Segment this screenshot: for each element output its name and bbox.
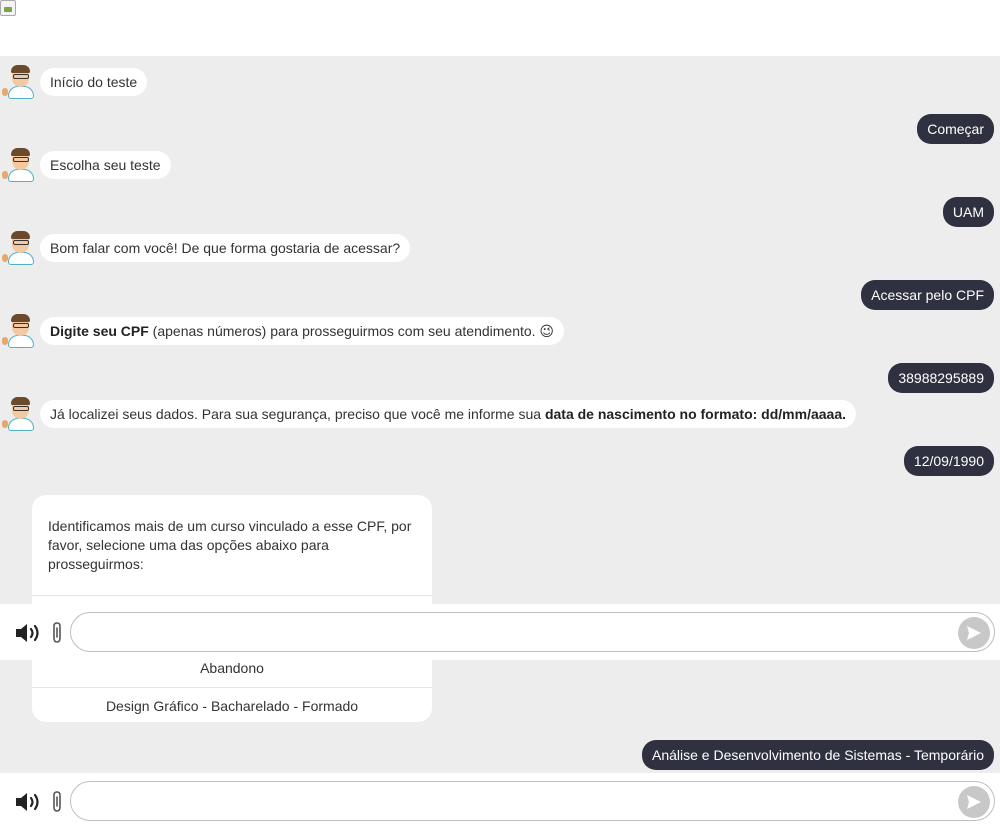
broken-image-icon [0,0,16,16]
user-message: Análise e Desenvolvimento de Sistemas - … [641,740,994,770]
message-text: Bom falar com você! De que forma gostari… [50,240,401,256]
send-icon [967,626,981,640]
bot-message: Início do teste [0,64,148,100]
bot-avatar [2,313,38,349]
message-text: Já localizei seus dados. Para sua segura… [50,406,545,422]
bot-bubble: Escolha seu teste [40,151,171,179]
message-input[interactable] [70,612,995,652]
user-message: 12/09/1990 [903,446,994,476]
message-text: Escolha seu teste [50,157,161,173]
speaker-icon[interactable] [14,622,44,644]
bot-message: Bom falar com você! De que forma gostari… [0,230,411,266]
message-text: Início do teste [50,74,138,90]
input-bar [0,604,1000,660]
user-message: Começar [917,114,994,144]
divider [32,595,432,596]
bot-avatar [2,147,38,183]
input-bar [0,773,1000,829]
page-header [0,0,1000,56]
send-button[interactable] [958,617,990,649]
bot-bubble: Bom falar com você! De que forma gostari… [40,234,411,262]
paperclip-icon[interactable] [50,621,64,645]
send-button[interactable] [958,786,990,818]
user-message: UAM [942,197,994,227]
option-button[interactable]: Design Gráfico - Bacharelado - Formado [32,687,432,722]
options-card-text: Identificamos mais de um curso vinculado… [48,518,412,572]
bot-bubble: Digite seu CPF (apenas números) para pro… [40,317,565,345]
bot-message: Escolha seu teste [0,147,171,183]
user-message: 38988295889 [888,363,994,393]
message-text: (apenas números) para prosseguirmos com … [148,323,555,339]
paperclip-icon[interactable] [50,790,64,814]
chat-area[interactable]: Início do teste Começar Escolha seu test… [0,56,1000,773]
speaker-icon[interactable] [14,791,44,813]
message-text-bold: Digite seu CPF [50,323,149,339]
message-text-bold: data de nascimento no formato: dd/mm/aaa… [544,406,846,422]
bot-message: Já localizei seus dados. Para sua segura… [0,396,856,432]
bot-avatar [2,396,38,432]
bot-avatar [2,230,38,266]
send-icon [967,795,981,809]
bot-bubble: Já localizei seus dados. Para sua segura… [40,400,856,428]
user-message: Acessar pelo CPF [861,280,994,310]
message-input[interactable] [70,781,995,821]
bot-bubble: Início do teste [40,68,148,96]
bot-avatar [2,64,38,100]
bot-message: Digite seu CPF (apenas números) para pro… [0,313,565,349]
